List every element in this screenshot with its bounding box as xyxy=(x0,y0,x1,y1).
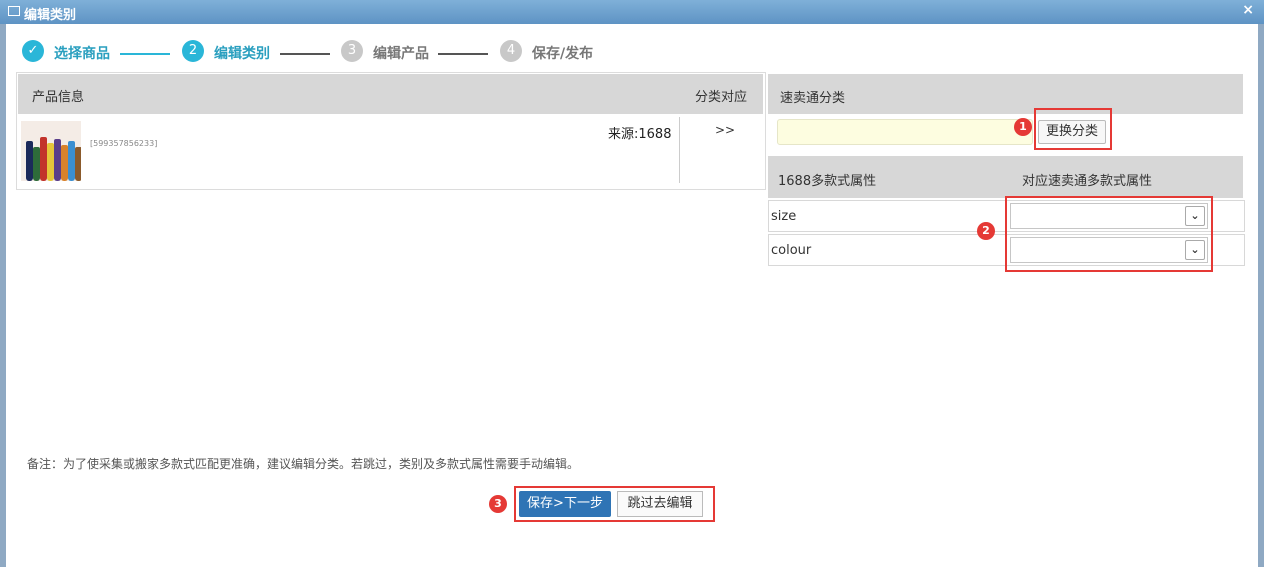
step-label: 编辑产品 xyxy=(373,46,429,62)
col-product-info: 产品信息 xyxy=(32,90,85,105)
annotation-badge-1: 1 xyxy=(1014,118,1032,136)
skip-edit-button[interactable]: 跳过去编辑 xyxy=(617,491,703,517)
product-id: [599357856233] xyxy=(90,139,158,148)
category-header: 速卖通分类 xyxy=(768,74,1243,114)
close-icon[interactable]: × xyxy=(1242,2,1254,18)
annotation-badge-3: 3 xyxy=(489,495,507,513)
window-icon xyxy=(8,6,20,16)
highlight-attribute-selects xyxy=(1005,196,1213,272)
step-connector xyxy=(120,53,170,55)
step-label: 保存/发布 xyxy=(532,46,594,62)
dialog-body: ✓ 选择商品 2 编辑类别 3 编辑产品 4 保存/发布 产品信息 分类对应 [… xyxy=(6,24,1258,567)
checkmark-icon: ✓ xyxy=(22,40,44,62)
dialog-window: 编辑类别 × ✓ 选择商品 2 编辑类别 3 编辑产品 4 保存/发布 产品信息… xyxy=(0,0,1264,567)
title-bar[interactable]: 编辑类别 × xyxy=(0,0,1264,24)
product-source: 来源:1688 xyxy=(608,127,672,142)
save-next-button[interactable]: 保存>下一步 xyxy=(519,491,611,517)
window-title: 编辑类别 xyxy=(24,8,77,23)
product-table-header: 产品信息 分类对应 xyxy=(18,74,763,114)
column-divider xyxy=(679,117,680,183)
step-number: 4 xyxy=(500,40,522,62)
product-panel: 产品信息 分类对应 [599357856233] 来源:1688 >> xyxy=(16,72,766,190)
mapping-arrow: >> xyxy=(715,123,736,137)
product-row[interactable]: [599357856233] 来源:1688 >> xyxy=(18,117,763,187)
step-label: 选择商品 xyxy=(54,46,110,62)
category-input[interactable] xyxy=(777,119,1033,145)
attribute-table-header: 1688多款式属性 对应速卖通多款式属性 xyxy=(768,156,1243,198)
action-buttons-highlight: 保存>下一步 跳过去编辑 xyxy=(514,486,715,522)
col-1688-attributes: 1688多款式属性 xyxy=(778,174,877,189)
category-header-label: 速卖通分类 xyxy=(780,91,846,106)
note-text: 备注：为了使采集或搬家多款式匹配更准确，建议编辑分类。若跳过，类别及多款式属性需… xyxy=(27,457,580,471)
step-number: 2 xyxy=(182,40,204,62)
col-aliexpress-attributes: 对应速卖通多款式属性 xyxy=(1022,174,1153,189)
step-connector xyxy=(438,53,488,55)
attribute-name: size xyxy=(771,209,797,224)
product-thumbnail[interactable] xyxy=(21,121,81,181)
highlight-change-category xyxy=(1034,108,1112,150)
attribute-name: colour xyxy=(771,243,812,258)
annotation-badge-2: 2 xyxy=(977,222,995,240)
step-number: 3 xyxy=(341,40,363,62)
col-category-mapping: 分类对应 xyxy=(694,90,747,105)
step-label: 编辑类别 xyxy=(214,46,270,62)
step-connector xyxy=(280,53,330,55)
